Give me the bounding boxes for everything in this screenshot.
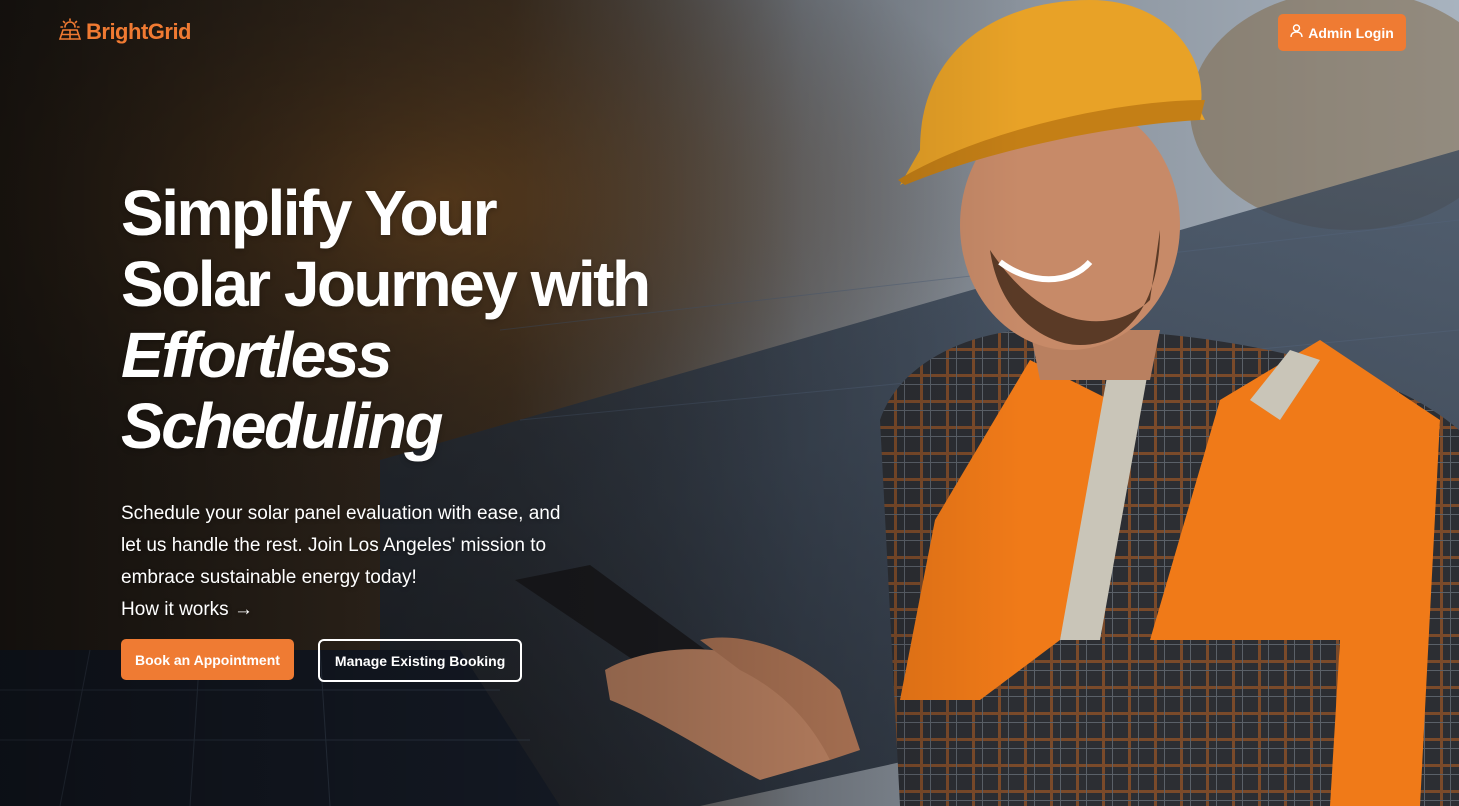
user-icon — [1290, 24, 1303, 41]
hero-description: Schedule your solar panel evaluation wit… — [121, 503, 561, 588]
headline-line-2: Solar Journey with — [121, 248, 651, 320]
how-it-works-link[interactable]: How it works → — [121, 594, 253, 626]
headline-italic-2: Scheduling — [121, 390, 443, 462]
sun-grid-icon — [58, 18, 82, 45]
top-navigation: BrightGrid Admin Login — [0, 0, 1459, 64]
admin-login-button[interactable]: Admin Login — [1278, 14, 1406, 51]
hero-content: Simplify Your Solar Journey with Effortl… — [121, 178, 721, 626]
headline-italic-1: Effortless — [121, 319, 393, 391]
headline-line-1: Simplify Your — [121, 177, 498, 249]
hero-headline: Simplify Your Solar Journey with Effortl… — [121, 178, 721, 462]
brand-name: BrightGrid — [86, 18, 192, 44]
brand-logo[interactable]: BrightGrid — [58, 18, 192, 45]
admin-login-label: Admin Login — [1308, 24, 1394, 41]
manage-booking-button[interactable]: Manage Existing Booking — [317, 639, 523, 682]
hero-actions: Book an Appointment Manage Existing Book… — [121, 639, 523, 682]
book-appointment-button[interactable]: Book an Appointment — [121, 639, 294, 680]
hero-section: BrightGrid Admin Login Simplify Your Sol… — [0, 0, 1459, 806]
